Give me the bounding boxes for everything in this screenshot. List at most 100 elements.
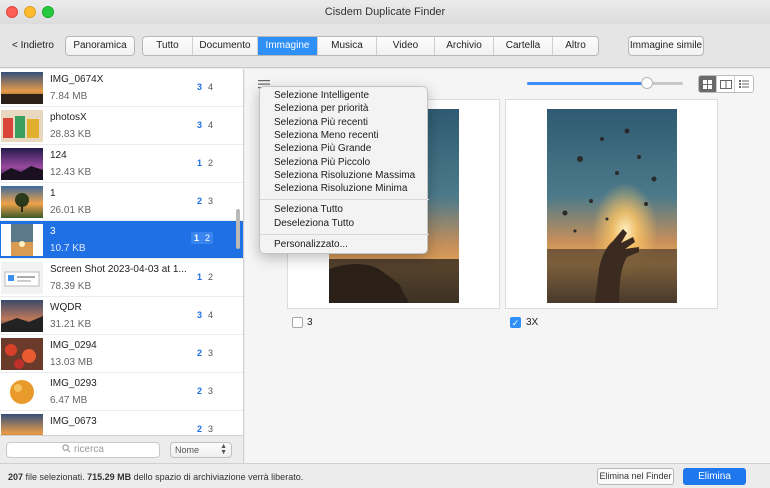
menu-item[interactable]: Seleziona Più Grande bbox=[274, 143, 371, 154]
file-name: 1 bbox=[50, 188, 56, 199]
badge-b: 2 bbox=[208, 272, 214, 282]
file-name: IMG_0673 bbox=[50, 416, 97, 427]
back-button[interactable]: < Indietro bbox=[12, 40, 54, 51]
badge-b: 3 bbox=[208, 196, 214, 206]
similar-image-button[interactable]: Immagine simile bbox=[628, 36, 704, 56]
list-item[interactable]: IMG_0294 13.03 MB 2 3 bbox=[0, 335, 243, 373]
list-scrollbar[interactable] bbox=[236, 209, 240, 249]
file-thumbnail bbox=[1, 262, 43, 294]
file-thumbnail bbox=[1, 300, 43, 332]
file-name: IMG_0293 bbox=[50, 378, 97, 389]
menu-item[interactable]: Seleziona Tutto bbox=[274, 204, 343, 215]
tab-altro[interactable]: Altro bbox=[553, 37, 598, 55]
menu-item[interactable]: Deseleziona Tutto bbox=[274, 218, 354, 229]
badge-a: 1 bbox=[194, 233, 200, 243]
tab-immagine[interactable]: Immagine bbox=[258, 37, 318, 55]
menu-item[interactable]: Personalizzato... bbox=[274, 239, 348, 250]
minimize-window-button[interactable] bbox=[24, 6, 36, 18]
file-size: 7.84 MB bbox=[50, 91, 88, 102]
search-input[interactable]: ricerca bbox=[6, 442, 160, 458]
delete-button[interactable]: Elimina bbox=[683, 468, 746, 485]
sort-value: Nome bbox=[175, 445, 200, 455]
zoom-window-button[interactable] bbox=[42, 6, 54, 18]
list-item[interactable]: WQDR 31.21 KB 3 4 bbox=[0, 297, 243, 335]
sort-select[interactable]: Nome ▲ ▼ bbox=[170, 442, 232, 458]
badge-a: 2 bbox=[197, 424, 203, 434]
badge-b: 2 bbox=[208, 158, 214, 168]
list-item[interactable]: photosX 28.83 KB 3 4 bbox=[0, 107, 243, 145]
menu-item[interactable]: Seleziona Più recenti bbox=[274, 117, 368, 128]
file-thumbnail bbox=[1, 376, 43, 408]
duplicate-count-badge: 23 bbox=[197, 386, 213, 396]
close-window-button[interactable] bbox=[6, 6, 18, 18]
file-thumbnail bbox=[1, 338, 43, 370]
list-item[interactable]: IMG_0674X 7.84 MB 3 4 bbox=[0, 69, 243, 107]
select-checkbox-duplicate[interactable]: ✓ bbox=[510, 317, 521, 328]
preview-image bbox=[547, 109, 677, 303]
duplicate-count-badge: 23 bbox=[197, 348, 213, 358]
file-size: 6.47 MB bbox=[50, 395, 88, 406]
duplicate-count-badge: 34 bbox=[197, 82, 213, 92]
list-item[interactable]: 124 12.43 KB 1 2 bbox=[0, 145, 243, 183]
search-icon bbox=[62, 444, 71, 453]
file-name: WQDR bbox=[50, 302, 82, 313]
freed-size: 715.29 MB bbox=[87, 472, 132, 482]
badge-b: 4 bbox=[208, 310, 214, 320]
badge-b: 4 bbox=[208, 82, 214, 92]
tab-musica[interactable]: Musica bbox=[318, 37, 377, 55]
zoom-slider-knob[interactable] bbox=[641, 77, 654, 89]
badge-a: 3 bbox=[197, 310, 203, 320]
menu-separator bbox=[260, 199, 429, 201]
zoom-slider[interactable] bbox=[527, 77, 683, 89]
tab-video[interactable]: Video bbox=[377, 37, 435, 55]
zoom-slider-fill bbox=[527, 82, 648, 85]
tab-archivio[interactable]: Archivio bbox=[435, 37, 494, 55]
tab-cartella[interactable]: Cartella bbox=[494, 37, 553, 55]
file-size: 26.01 KB bbox=[50, 205, 92, 216]
file-size: 12.43 KB bbox=[50, 167, 92, 178]
file-size: 28.83 KB bbox=[50, 129, 92, 140]
grid-view-button[interactable] bbox=[699, 76, 717, 92]
list-item[interactable]: IMG_0293 6.47 MB 2 3 bbox=[0, 373, 243, 411]
file-thumbnail bbox=[1, 110, 43, 142]
selected-count: 207 bbox=[8, 472, 24, 482]
badge-a: 1 bbox=[197, 272, 203, 282]
list-item[interactable]: 3 10.7 KB 1 2 bbox=[0, 221, 243, 259]
list-footer: ricerca Nome ▲ ▼ bbox=[0, 435, 244, 463]
file-thumbnail bbox=[1, 186, 43, 218]
toolbar: < Indietro Panoramica Tutto Documento Imma… bbox=[0, 24, 770, 68]
badge-b: 3 bbox=[208, 348, 214, 358]
duplicate-count-badge: 12 bbox=[191, 232, 214, 244]
file-name: photosX bbox=[50, 112, 87, 123]
list-item[interactable]: IMG_0673 2 3 bbox=[0, 411, 243, 435]
menu-item[interactable]: Selezione Intelligente bbox=[274, 90, 369, 101]
preview-label-duplicate: 3X bbox=[526, 317, 539, 328]
overview-button[interactable]: Panoramica bbox=[65, 36, 135, 56]
menu-item[interactable]: Seleziona Più Piccolo bbox=[274, 157, 370, 168]
tab-tutto[interactable]: Tutto bbox=[143, 37, 193, 55]
menu-separator bbox=[260, 234, 429, 235]
tab-documento[interactable]: Documento bbox=[193, 37, 258, 55]
preview-card-duplicate[interactable] bbox=[505, 99, 718, 309]
menu-item[interactable]: Seleziona per priorità bbox=[274, 103, 369, 114]
duplicate-count-badge: 12 bbox=[197, 158, 213, 168]
compare-view-button[interactable] bbox=[717, 76, 735, 92]
list-item[interactable]: Screen Shot 2023-04-03 at 1... 78.39 KB 1 2 bbox=[0, 259, 243, 297]
list-view-button[interactable] bbox=[735, 76, 753, 92]
selected-count-text: file selezionati. bbox=[23, 472, 88, 482]
menu-item[interactable]: Seleziona Risoluzione Massima bbox=[274, 170, 415, 181]
menu-item[interactable]: Seleziona Risoluzione Minima bbox=[274, 183, 407, 194]
duplicate-list[interactable]: IMG_0674X 7.84 MB 3 4 photosX 28.83 KB 3 4 124 12… bbox=[0, 69, 244, 435]
search-placeholder: ricerca bbox=[73, 444, 104, 455]
badge-b: 3 bbox=[208, 386, 214, 396]
status-bar: 207 file selezionati. 715.29 MB dello sp… bbox=[0, 463, 770, 488]
duplicate-count-badge: 12 bbox=[197, 272, 213, 282]
menu-item[interactable]: Seleziona Meno recenti bbox=[274, 130, 379, 141]
list-item[interactable]: 1 26.01 KB 2 3 bbox=[0, 183, 243, 221]
delete-in-finder-button[interactable]: Elimina nel Finder bbox=[597, 468, 674, 485]
compare-icon bbox=[719, 79, 732, 89]
preview-label-original: 3 bbox=[307, 317, 313, 328]
file-thumbnail bbox=[1, 224, 43, 256]
title-bar: Cisdem Duplicate Finder bbox=[0, 0, 770, 24]
select-checkbox-original[interactable] bbox=[292, 317, 303, 328]
